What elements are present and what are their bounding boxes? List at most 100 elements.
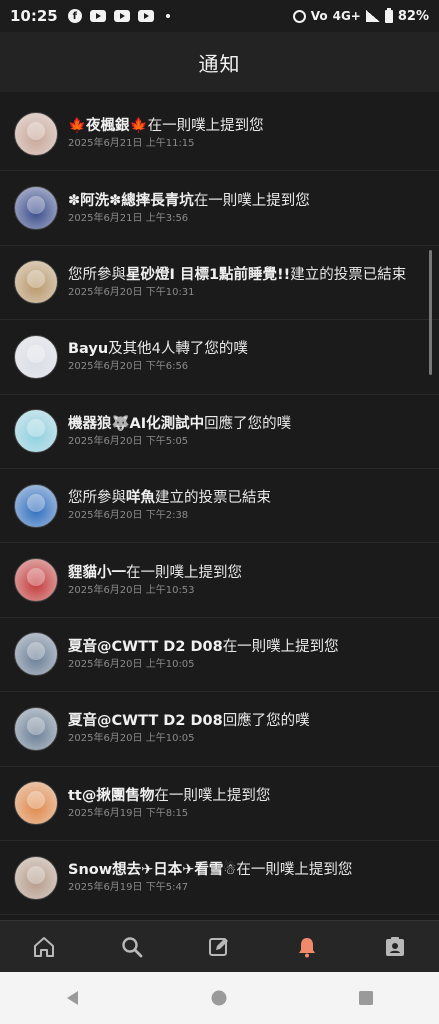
notification-user-name[interactable]: 星砂燈I 目標1點前睡覺!! — [126, 267, 290, 283]
notification-user-name[interactable]: ✽阿洗✽總摔長青坑 — [68, 193, 194, 209]
notification-row[interactable]: 🍁夜楓銀🍁在一則噗上提到您 2025年6月21日 上午11:15 — [0, 97, 439, 172]
notification-timestamp: 2025年6月20日 下午2:38 — [68, 510, 189, 522]
notification-message: tt@揪團售物在一則噗上提到您 — [68, 786, 425, 806]
notification-action: 在一則噗上提到您 — [222, 638, 339, 655]
app-header: 通知 — [0, 32, 439, 92]
notification-prefix: 您所參與 — [68, 490, 126, 507]
notification-text: 夏音@CWTT D2 D08在一則噗上提到您 2025年6月20日 上午10:05 — [68, 637, 425, 672]
notification-message: 🍁夜楓銀🍁在一則噗上提到您 — [68, 116, 425, 136]
network-type: 4G+ — [332, 9, 361, 23]
notification-row[interactable]: 機器狼🐺AI化測試中回應了您的噗 2025年6月20日 下午5:05 — [0, 395, 439, 469]
notification-message: 您所參與咩魚建立的投票已結束 — [68, 488, 425, 508]
notification-message: 夏音@CWTT D2 D08在一則噗上提到您 — [68, 637, 425, 657]
notification-action: 在一則噗上提到您 — [126, 564, 242, 581]
compose-icon — [209, 937, 229, 956]
notification-text: ✽阿洗✽總摔長青坑在一則噗上提到您 2025年6月21日 上午3:56 — [68, 191, 425, 226]
notification-text: 夏音@CWTT D2 D08回應了您的噗 2025年6月20日 上午10:05 — [68, 711, 425, 746]
notification-message: 您所參與星砂燈I 目標1點前睡覺!!建立的投票已結束 — [68, 265, 425, 285]
notification-text: 🍁夜楓銀🍁在一則噗上提到您 2025年6月21日 上午11:15 — [68, 116, 425, 151]
notification-timestamp: 2025年6月21日 上午11:15 — [68, 138, 195, 150]
avatar[interactable] — [14, 781, 58, 826]
notification-timestamp: 2025年6月19日 下午5:47 — [68, 882, 189, 894]
status-time: 10:25 — [10, 7, 58, 25]
avatar[interactable] — [14, 855, 58, 900]
notification-list[interactable]: 🍁夜楓銀🍁在一則噗上提到您 2025年6月21日 上午11:15 ✽阿洗✽總摔長青坑… — [0, 97, 439, 920]
notification-user-name[interactable]: Snow想去✈日本✈看雪☃ — [68, 862, 236, 878]
tab-compose[interactable] — [199, 927, 239, 967]
notification-timestamp: 2025年6月21日 上午3:56 — [68, 212, 189, 224]
notification-user-name[interactable]: 機器狼🐺AI化測試中 — [68, 416, 204, 432]
notification-text: Bayu及其他4人轉了您的噗 2025年6月20日 下午6:56 — [68, 339, 425, 374]
notification-row[interactable]: tt@揪團售物在一則噗上提到您 2025年6月19日 下午8:15 — [0, 767, 439, 841]
notification-timestamp: 2025年6月20日 下午5:05 — [68, 435, 189, 447]
notification-user-name[interactable]: Bayu — [68, 341, 108, 357]
notification-user-name[interactable]: 咩魚 — [126, 490, 155, 506]
notification-text: 您所參與星砂燈I 目標1點前睡覺!!建立的投票已結束 2025年6月20日 下午1… — [68, 265, 425, 300]
notification-text: 您所參與咩魚建立的投票已結束 2025年6月20日 下午2:38 — [68, 488, 425, 523]
volte-indicator: Vo — [310, 9, 328, 23]
notification-timestamp: 2025年6月20日 上午10:05 — [68, 733, 195, 745]
more-notifications-dot — [165, 14, 170, 18]
tab-home[interactable] — [24, 927, 64, 967]
profile-icon — [386, 936, 405, 956]
nav-recents-button[interactable] — [346, 978, 386, 1018]
avatar[interactable] — [14, 186, 58, 231]
notification-action: 建立的投票已結束 — [155, 490, 271, 507]
notification-action: 及其他4人轉了您的噗 — [108, 341, 248, 358]
notification-message: Snow想去✈日本✈看雪☃在一則噗上提到您 — [68, 860, 425, 880]
avatar[interactable] — [14, 483, 58, 528]
notification-row[interactable]: Bayu及其他4人轉了您的噗 2025年6月20日 下午6:56 — [0, 320, 439, 395]
tab-notifications[interactable] — [287, 927, 327, 967]
notification-row[interactable]: 您所參與咩魚建立的投票已結束 2025年6月20日 下午2:38 — [0, 469, 439, 544]
tab-search[interactable] — [112, 927, 152, 967]
page-title: 通知 — [198, 51, 241, 76]
notification-row[interactable]: 您所參與星砂燈I 目標1點前睡覺!!建立的投票已結束 2025年6月20日 下午1… — [0, 246, 439, 321]
avatar[interactable] — [14, 111, 58, 156]
youtube-icon — [89, 10, 106, 22]
notification-timestamp: 2025年6月20日 下午10:31 — [68, 286, 195, 298]
battery-icon — [384, 7, 393, 23]
youtube-icon — [113, 10, 130, 22]
notification-row[interactable]: 夏音@CWTT D2 D08回應了您的噗 2025年6月20日 上午10:05 — [0, 692, 439, 767]
notification-text: Snow想去✈日本✈看雪☃在一則噗上提到您 2025年6月19日 下午5:47 — [68, 860, 425, 895]
alarm-icon — [292, 9, 306, 23]
notification-user-name[interactable]: 貍貓小一 — [68, 565, 126, 581]
notification-action: 在一則噗上提到您 — [147, 118, 264, 135]
notification-text: tt@揪團售物在一則噗上提到您 2025年6月19日 下午8:15 — [68, 786, 425, 821]
notification-timestamp: 2025年6月20日 上午10:05 — [68, 658, 195, 670]
avatar[interactable] — [14, 558, 58, 603]
notification-row[interactable]: 貍貓小一在一則噗上提到您 2025年6月20日 上午10:53 — [0, 543, 439, 618]
youtube-icon — [137, 10, 154, 22]
tab-profile[interactable] — [375, 927, 415, 967]
bell-icon — [299, 937, 316, 957]
notification-user-name[interactable]: 夏音@CWTT D2 D08 — [68, 713, 223, 729]
notification-action: 在一則噗上提到您 — [236, 862, 353, 879]
tab-bar — [0, 920, 439, 972]
notification-action: 建立的投票已結束 — [290, 266, 407, 283]
notification-message: ✽阿洗✽總摔長青坑在一則噗上提到您 — [68, 191, 425, 211]
nav-home-button[interactable] — [199, 978, 239, 1018]
notification-message: 貍貓小一在一則噗上提到您 — [68, 563, 425, 583]
notification-row[interactable]: 夏音@CWTT D2 D08在一則噗上提到您 2025年6月20日 上午10:05 — [0, 618, 439, 693]
avatar[interactable] — [14, 334, 58, 379]
avatar[interactable] — [14, 632, 58, 677]
avatar[interactable] — [14, 409, 58, 454]
notification-text: 機器狼🐺AI化測試中回應了您的噗 2025年6月20日 下午5:05 — [68, 414, 425, 449]
notification-user-name[interactable]: 🍁夜楓銀🍁 — [68, 118, 148, 134]
notification-row[interactable]: ✽阿洗✽總摔長青坑在一則噗上提到您 2025年6月21日 上午3:56 — [0, 171, 439, 246]
search-icon — [121, 936, 143, 957]
nav-back-button[interactable] — [53, 978, 93, 1018]
notification-user-name[interactable]: tt@揪團售物 — [68, 788, 154, 804]
signal-icon — [365, 10, 380, 22]
system-nav-bar — [0, 972, 439, 1024]
recents-icon — [358, 991, 373, 1005]
notification-action: 回應了您的噗 — [222, 713, 310, 730]
notification-row[interactable]: Snow想去✈日本✈看雪☃在一則噗上提到您 2025年6月19日 下午5:47 — [0, 841, 439, 916]
scrollbar[interactable] — [429, 250, 432, 375]
avatar[interactable] — [14, 260, 58, 305]
notification-user-name[interactable]: 夏音@CWTT D2 D08 — [68, 639, 223, 655]
status-bar: 10:25 f Vo 4G+ 82% — [0, 0, 439, 32]
notification-action: 在一則噗上提到您 — [154, 787, 271, 804]
notification-action: 在一則噗上提到您 — [193, 192, 310, 209]
avatar[interactable] — [14, 706, 58, 751]
